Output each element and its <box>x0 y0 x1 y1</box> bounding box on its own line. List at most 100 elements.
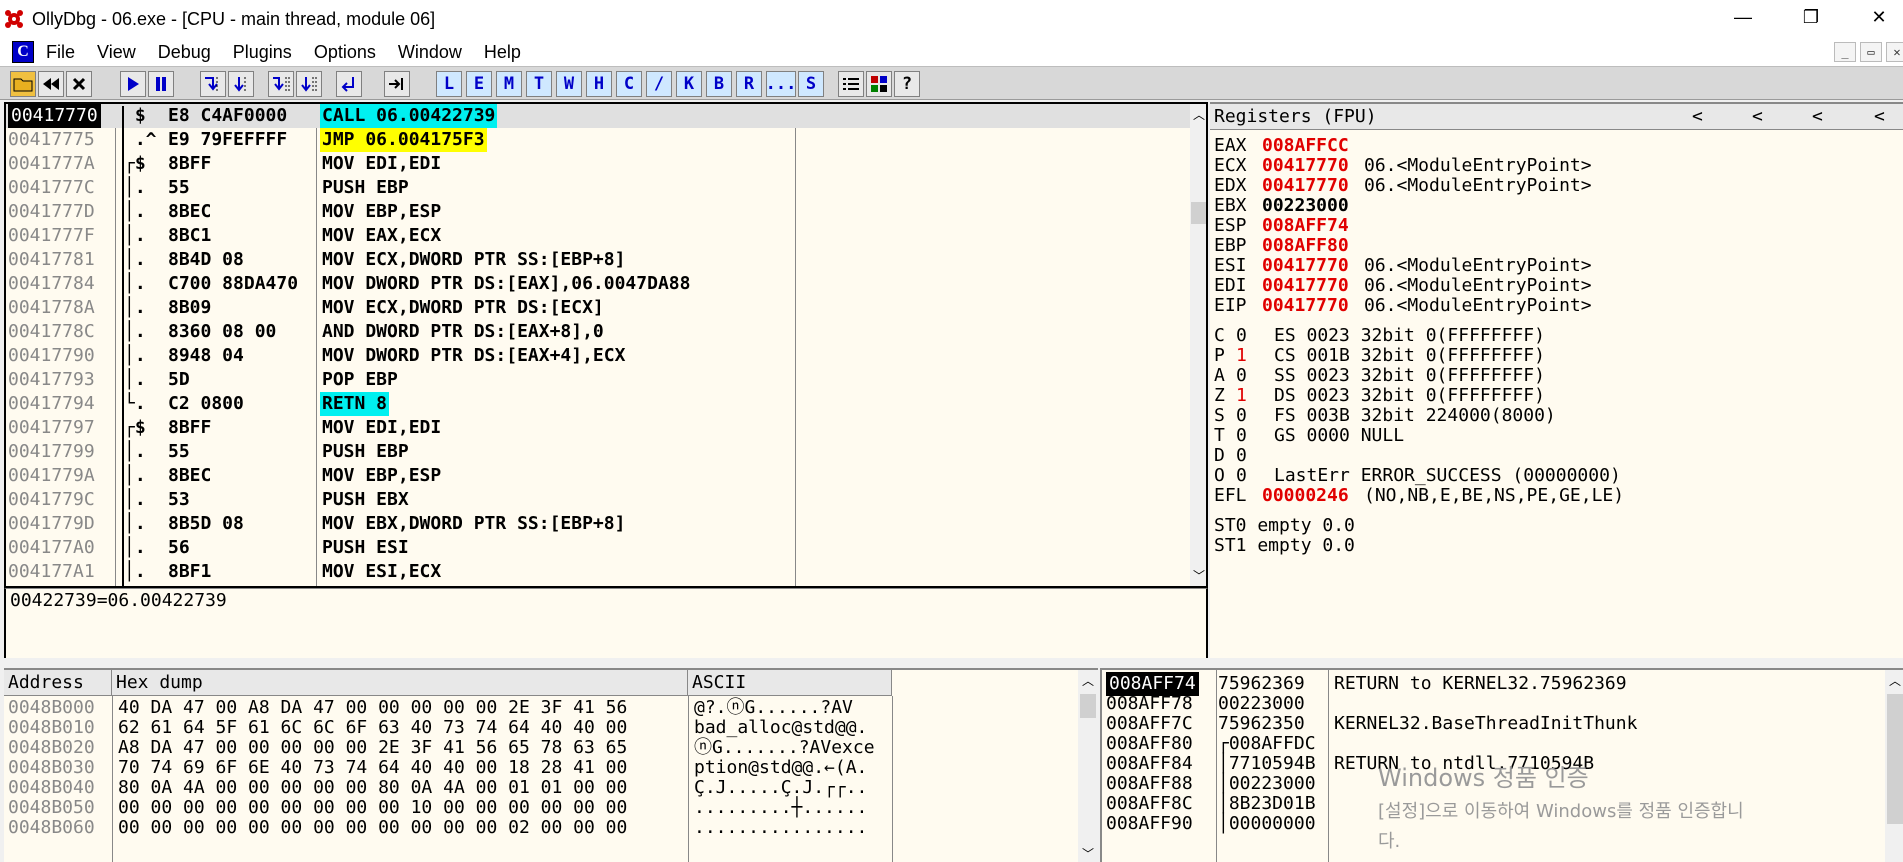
mdi-minimize-button[interactable]: _ <box>1834 42 1856 62</box>
scroll-up-icon[interactable]: ︿ <box>1193 106 1205 123</box>
minimize-button[interactable]: — <box>1720 0 1766 34</box>
fpu-register[interactable]: ST1 empty 0.0 <box>1214 534 1355 558</box>
go-to-origin-icon[interactable] <box>384 71 410 97</box>
disasm-instruction: RETN 8 <box>320 392 390 416</box>
windows-window-button[interactable]: W <box>556 71 582 97</box>
mdi-close-button[interactable]: ✕ <box>1886 42 1903 62</box>
disassembly-pane[interactable]: 00417770 $ E8 C4AF0000 CALL 06.00422739 00… <box>4 102 1208 588</box>
disasm-row[interactable]: 00417770 $ E8 C4AF0000 CALL 06.00422739 <box>6 104 1190 128</box>
menu-view[interactable]: View <box>97 42 136 63</box>
pause-icon[interactable] <box>148 71 174 97</box>
disasm-row[interactable]: 0041778A │. 8B09 MOV ECX,DWORD PTR DS:[ECX… <box>6 296 1190 320</box>
trace-over-icon[interactable] <box>296 71 322 97</box>
registers-pane[interactable]: Registers (FPU) < < < < EAX 008AFFCC ECX 00… <box>1210 102 1903 658</box>
run-trace-window-button[interactable]: ... <box>766 71 796 97</box>
open-file-icon[interactable] <box>10 71 36 97</box>
threads-window-button[interactable]: T <box>526 71 552 97</box>
disasm-row[interactable]: 0041777C │. 55 PUSH EBP <box>6 176 1190 200</box>
menu-plugins[interactable]: Plugins <box>233 42 292 63</box>
disasm-marker: │. <box>124 249 157 270</box>
call-stack-window-button[interactable]: K <box>676 71 702 97</box>
breakpoints-window-button[interactable]: B <box>706 71 732 97</box>
registers-nav-button-1[interactable]: < <box>1692 104 1703 130</box>
dump-ascii[interactable]: ................ <box>694 816 867 840</box>
run-icon[interactable] <box>120 71 146 97</box>
menu-file[interactable]: File <box>46 42 75 63</box>
register-value[interactable]: 00000246 <box>1262 484 1349 508</box>
disasm-row[interactable]: 0041777F │. 8BC1 MOV EAX,ECX <box>6 224 1190 248</box>
scrollbar-thumb[interactable] <box>1191 202 1206 224</box>
disasm-row[interactable]: 0041779C │. 53 PUSH EBX <box>6 488 1190 512</box>
disasm-hex: 8BEC <box>168 201 212 222</box>
stack-address[interactable]: 008AFF90 <box>1106 812 1193 836</box>
registers-nav-button-4[interactable]: < <box>1874 104 1885 130</box>
scrollbar-thumb[interactable] <box>1887 694 1903 824</box>
menu-help[interactable]: Help <box>484 42 521 63</box>
disasm-instruction: MOV EBP,ESP <box>322 201 442 222</box>
menu-options[interactable]: Options <box>314 42 376 63</box>
mdi-restore-button[interactable]: ▭ <box>1860 42 1882 62</box>
restore-button[interactable]: ❐ <box>1788 0 1834 34</box>
toolbar: L E M T W H C / K B R ... S ? <box>0 66 1903 100</box>
stack-scrollbar[interactable]: ︿ <box>1885 670 1903 862</box>
dump-scrollbar[interactable]: ︿ ﹀ <box>1078 670 1098 862</box>
modules-window-button[interactable]: E <box>466 71 492 97</box>
scroll-down-icon[interactable]: ﹀ <box>1193 567 1205 584</box>
cpu-window-icon[interactable]: C <box>12 41 34 63</box>
disasm-row[interactable]: 004177A0 │. 56 PUSH ESI <box>6 536 1190 560</box>
disasm-row[interactable]: 00417781 │. 8B4D 08 MOV ECX,DWORD PTR SS:[… <box>6 248 1190 272</box>
disasm-row[interactable]: 00417793 │. 5D POP EBP <box>6 368 1190 392</box>
close-button[interactable]: ✕ <box>1856 0 1902 34</box>
menu-debug[interactable]: Debug <box>158 42 211 63</box>
disasm-row[interactable]: 00417784 │. C700 88DA470 MOV DWORD PTR DS:… <box>6 272 1190 296</box>
scrollbar-thumb[interactable] <box>1080 694 1096 718</box>
restart-icon[interactable] <box>38 71 64 97</box>
log-window-button[interactable]: L <box>436 71 462 97</box>
column-header-ascii[interactable]: ASCII <box>688 670 892 696</box>
column-header-address[interactable]: Address <box>4 670 112 696</box>
handles-window-button[interactable]: H <box>586 71 612 97</box>
disasm-row[interactable]: 00417799 │. 55 PUSH EBP <box>6 440 1190 464</box>
trace-into-icon[interactable] <box>268 71 294 97</box>
scroll-up-icon[interactable]: ︿ <box>1889 672 1901 689</box>
close-program-icon[interactable] <box>66 71 92 97</box>
disasm-row[interactable]: 0041777D │. 8BEC MOV EBP,ESP <box>6 200 1190 224</box>
disasm-row[interactable]: 004177A1 │. 8BF1 MOV ESI,ECX <box>6 560 1190 584</box>
scroll-down-icon[interactable]: ﹀ <box>1082 845 1094 862</box>
disasm-row[interactable]: 00417775 .^ E9 79FEFFFF JMP 06.004175F3 <box>6 128 1190 152</box>
menu-window[interactable]: Window <box>398 42 462 63</box>
registers-nav-button-2[interactable]: < <box>1752 104 1763 130</box>
disasm-instruction: JMP 06.004175F3 <box>320 128 487 152</box>
disasm-marker: └. <box>124 393 157 414</box>
references-window-button[interactable]: R <box>736 71 762 97</box>
cpu-window-button[interactable]: C <box>616 71 642 97</box>
list-view-icon[interactable] <box>838 71 864 97</box>
column-header-hex-dump[interactable]: Hex dump <box>112 670 688 696</box>
disasm-row[interactable]: 0041778C │. 8360 08 00 AND DWORD PTR DS:[E… <box>6 320 1190 344</box>
help-button[interactable]: ? <box>894 71 920 97</box>
step-into-icon[interactable] <box>200 71 226 97</box>
memory-window-button[interactable]: M <box>496 71 522 97</box>
stack-value[interactable]: │00000000 <box>1218 812 1316 836</box>
execute-till-return-icon[interactable] <box>336 71 362 97</box>
registers-nav-button-3[interactable]: < <box>1812 104 1823 130</box>
disasm-address: 0041777A <box>8 153 95 174</box>
disasm-row[interactable]: 00417790 │. 8948 04 MOV DWORD PTR DS:[EAX+… <box>6 344 1190 368</box>
disasm-row[interactable]: 00417797 ┌$ 8BFF MOV EDI,EDI <box>6 416 1190 440</box>
appearance-icon[interactable] <box>866 71 892 97</box>
register-value[interactable]: 00417770 <box>1262 294 1349 318</box>
disasm-row[interactable]: 00417794 └. C2 0800 RETN 8 <box>6 392 1190 416</box>
patches-window-button[interactable]: / <box>646 71 672 97</box>
scroll-up-icon[interactable]: ︿ <box>1082 672 1094 689</box>
dump-address[interactable]: 0048B060 <box>8 816 95 840</box>
disasm-marker: .^ <box>124 129 157 150</box>
hex-dump-pane[interactable]: Address Hex dump ASCII 0048B000 40 DA 47 … <box>4 668 1098 862</box>
dump-hex[interactable]: 00 00 00 00 00 00 00 00 00 00 00 00 02 0… <box>118 816 627 840</box>
disasm-row[interactable]: 0041779D │. 8B5D 08 MOV EBX,DWORD PTR SS:[… <box>6 512 1190 536</box>
source-window-button[interactable]: S <box>798 71 824 97</box>
register-comment: 06.<ModuleEntryPoint> <box>1364 175 1592 196</box>
disassembly-scrollbar[interactable]: ︿ ﹀ <box>1190 104 1206 586</box>
disasm-row[interactable]: 0041779A │. 8BEC MOV EBP,ESP <box>6 464 1190 488</box>
step-over-icon[interactable] <box>228 71 254 97</box>
disasm-row[interactable]: 0041777A ┌$ 8BFF MOV EDI,EDI <box>6 152 1190 176</box>
